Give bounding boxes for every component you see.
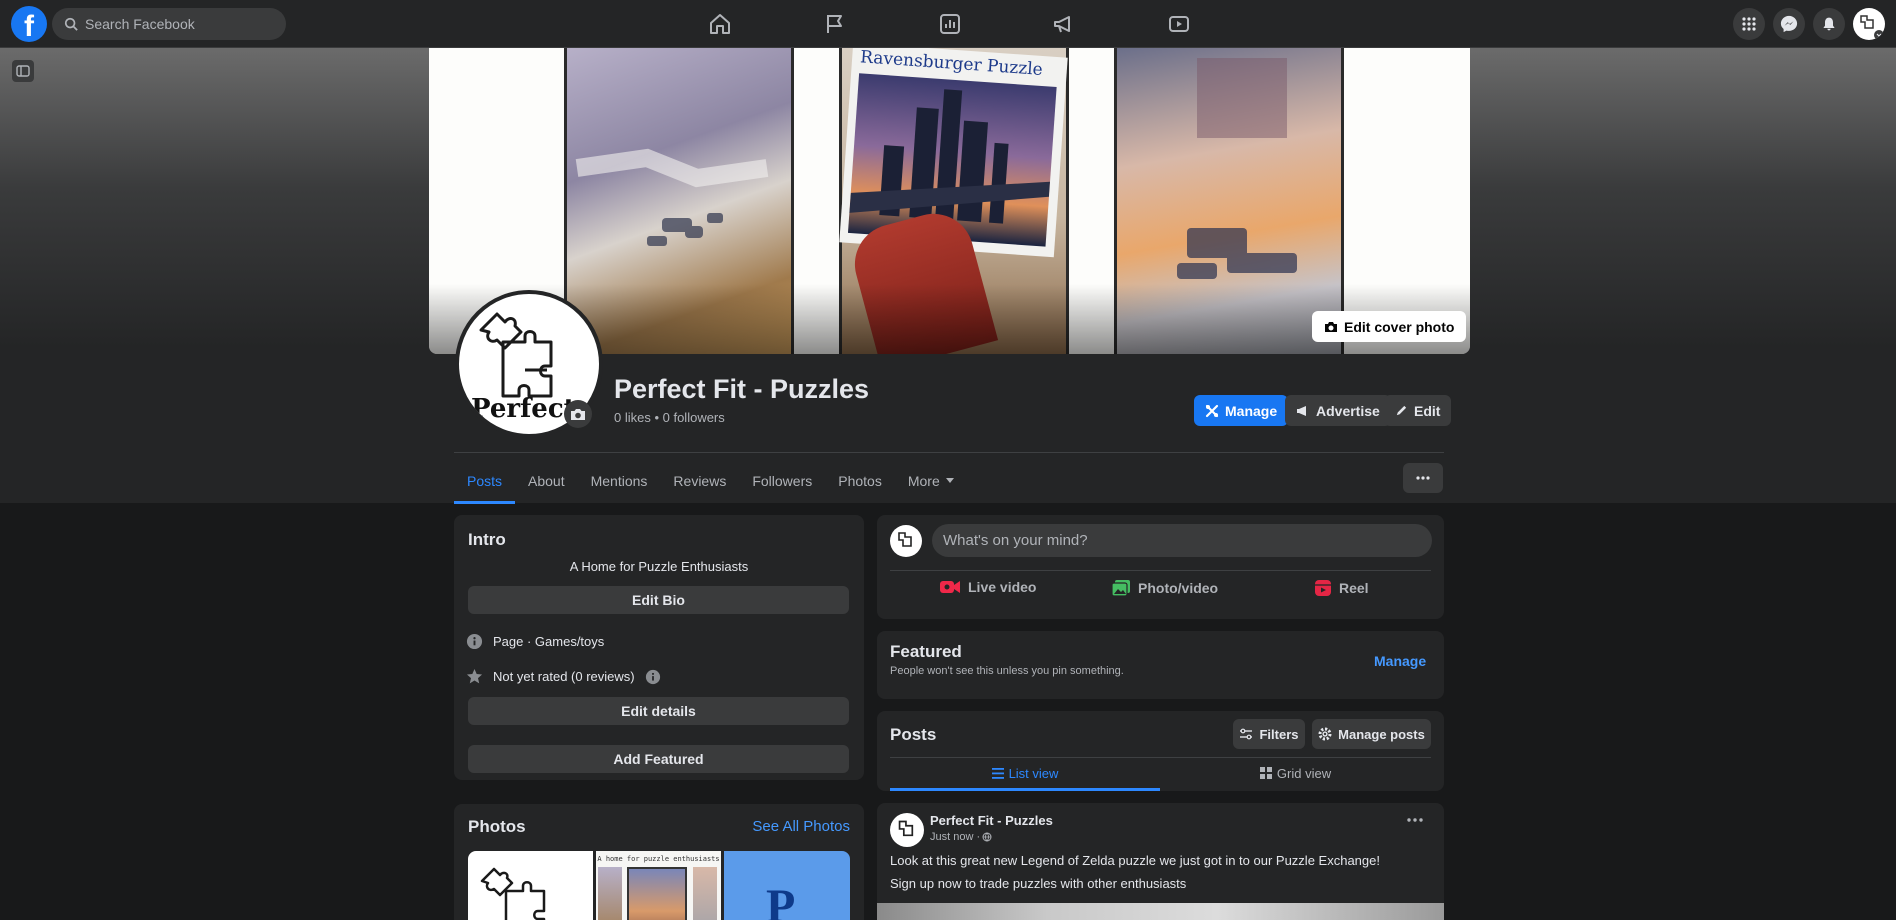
photo-thumbnail[interactable] <box>468 851 593 920</box>
intro-bio: A Home for Puzzle Enthusiasts <box>569 559 749 574</box>
edit-button[interactable]: Edit <box>1384 395 1452 426</box>
posts-title: Posts <box>890 725 937 744</box>
photo-video-icon <box>1111 579 1131 597</box>
notifications-bell-icon[interactable] <box>1813 8 1845 40</box>
tab-followers[interactable]: Followers <box>739 460 825 502</box>
edit-cover-photo-button[interactable]: Edit cover photo <box>1312 311 1467 342</box>
edit-bio-button[interactable]: Edit Bio <box>468 586 849 614</box>
manage-button[interactable]: Manage <box>1194 395 1289 426</box>
ellipsis-icon <box>1416 476 1430 480</box>
search-box[interactable] <box>52 8 286 40</box>
megaphone-icon <box>1296 405 1310 417</box>
thumbnail-side-panel <box>693 867 717 920</box>
megaphone-icon[interactable] <box>1048 8 1080 40</box>
composer-divider <box>890 570 1431 571</box>
tab-posts[interactable]: Posts <box>454 460 516 504</box>
grid-icon <box>1259 767 1272 779</box>
info-icon <box>466 633 483 650</box>
update-profile-picture-camera-icon[interactable] <box>564 400 592 428</box>
page-stats[interactable]: 0 likes • 0 followers <box>614 410 725 425</box>
messenger-icon[interactable] <box>1773 8 1805 40</box>
facebook-logo[interactable]: f <box>11 6 47 42</box>
filters-button[interactable]: Filters <box>1233 719 1305 749</box>
menu-grid-icon[interactable] <box>1733 8 1765 40</box>
tab-mentions[interactable]: Mentions <box>578 460 661 502</box>
page-title: Perfect Fit - Puzzles <box>614 374 870 404</box>
intro-category-row: Page · Games/toys <box>466 633 604 650</box>
video-icon[interactable] <box>1163 8 1195 40</box>
reel-button[interactable]: Reel <box>1314 579 1369 597</box>
tab-about[interactable]: About <box>515 460 578 502</box>
top-navigation-bar: f <box>0 0 1896 48</box>
post-text-line: Sign up now to trade puzzles with other … <box>890 876 1187 891</box>
thumbnail-side-panel <box>598 867 622 920</box>
reel-icon <box>1314 579 1332 597</box>
post-timestamp[interactable]: Just now · <box>930 831 992 843</box>
whats-on-your-mind-input[interactable]: What's on your mind? <box>932 524 1432 557</box>
search-input[interactable] <box>85 16 275 32</box>
search-icon <box>64 17 78 31</box>
thumbnail-puzzle-box <box>627 867 687 920</box>
intro-card: Intro A Home for Puzzle Enthusiasts Edit… <box>454 515 864 780</box>
photo-thumbnail[interactable]: P <box>724 851 850 920</box>
info-icon[interactable] <box>645 669 661 685</box>
composer-card: What's on your mind? Live video Photo/vi… <box>877 515 1444 619</box>
insights-icon[interactable] <box>934 8 966 40</box>
tab-reviews[interactable]: Reviews <box>660 460 739 502</box>
header-divider <box>454 452 1444 453</box>
post-text-line: Look at this great new Legend of Zelda p… <box>890 853 1380 868</box>
tab-more[interactable]: More <box>895 460 967 502</box>
live-video-button[interactable]: Live video <box>939 579 1036 595</box>
edit-details-button[interactable]: Edit details <box>468 697 849 725</box>
post-options-ellipsis-icon[interactable] <box>1407 818 1423 822</box>
sidebar-toggle-icon[interactable] <box>12 60 34 82</box>
profile-logo-text: Perfect <box>471 394 576 424</box>
featured-title: Featured <box>890 642 962 661</box>
intro-rating-row: Not yet rated (0 reviews) <box>466 668 661 685</box>
filters-icon <box>1239 728 1253 740</box>
cover-photo: Ravensburger Puzzle <box>429 48 1470 354</box>
featured-manage-link[interactable]: Manage <box>1374 653 1426 669</box>
advertise-button[interactable]: Advertise <box>1285 395 1391 426</box>
manage-posts-button[interactable]: Manage posts <box>1312 719 1431 749</box>
photo-video-button[interactable]: Photo/video <box>1111 579 1218 597</box>
composer-avatar[interactable] <box>890 525 922 557</box>
manage-icon <box>1205 404 1219 418</box>
see-all-photos-link[interactable]: See All Photos <box>752 818 850 835</box>
more-options-button[interactable] <box>1403 463 1443 493</box>
list-icon <box>991 767 1004 779</box>
post-image[interactable] <box>877 903 1444 920</box>
featured-subtitle: People won't see this unless you pin som… <box>890 665 1124 677</box>
star-icon <box>466 668 483 685</box>
gear-icon <box>1318 727 1332 741</box>
post-author-avatar[interactable] <box>890 813 924 847</box>
page-tabs: Posts About Mentions Reviews Followers P… <box>454 460 967 504</box>
live-video-icon <box>939 579 961 595</box>
tab-photos[interactable]: Photos <box>825 460 895 502</box>
post-card: Perfect Fit - Puzzles Just now · Look at… <box>877 803 1444 920</box>
posts-header-card: Posts Filters Manage posts List view Gri… <box>877 711 1444 791</box>
list-view-tab[interactable]: List view <box>890 758 1160 791</box>
photo-thumbnail[interactable]: A home for puzzle enthusiasts <box>596 851 721 920</box>
account-avatar[interactable] <box>1853 8 1885 40</box>
camera-icon <box>1324 321 1338 333</box>
post-author-name[interactable]: Perfect Fit - Puzzles <box>930 813 1053 828</box>
pages-flag-icon[interactable] <box>819 8 851 40</box>
caret-down-icon <box>945 478 954 484</box>
add-featured-button[interactable]: Add Featured <box>468 745 849 773</box>
photos-title: Photos <box>468 817 526 836</box>
featured-card: Featured People won't see this unless yo… <box>877 631 1444 699</box>
globe-icon <box>982 832 992 842</box>
home-icon[interactable] <box>704 8 736 40</box>
photos-card: Photos See All Photos A home for puzzle … <box>454 804 864 920</box>
pencil-icon <box>1395 404 1408 417</box>
grid-view-tab[interactable]: Grid view <box>1160 758 1431 788</box>
intro-title: Intro <box>468 530 506 549</box>
